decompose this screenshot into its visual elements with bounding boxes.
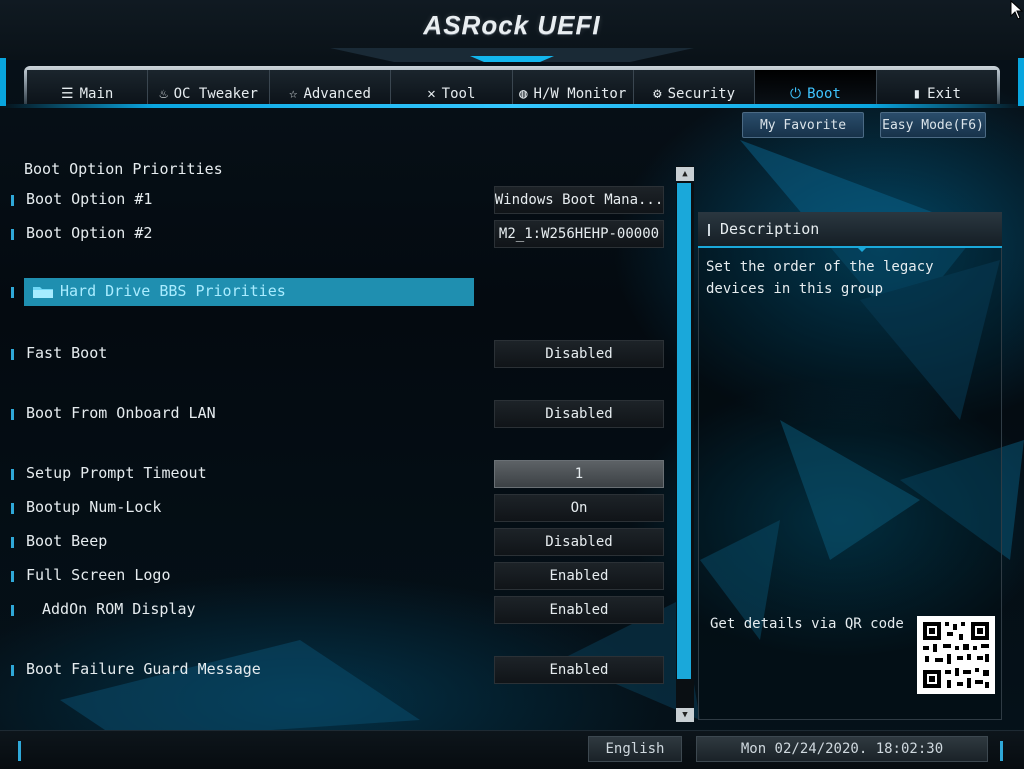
boot-option-2-row[interactable]: Boot Option #2 M2_1:W256HEHP-00000 (0, 220, 670, 248)
tab-bar-glow (0, 104, 1024, 108)
boot-from-onboard-lan-value[interactable]: Disabled (494, 400, 664, 428)
tab-label: Main (79, 86, 114, 102)
monitor-icon: ◍ (519, 86, 528, 102)
qr-code-label: Get details via QR code (710, 616, 904, 632)
list-icon: ☰ (61, 86, 74, 102)
description-divider (698, 246, 1002, 248)
header-bar: ASRock UEFI (0, 0, 1024, 62)
row-marker (11, 503, 14, 514)
bootup-num-lock-row[interactable]: Bootup Num-Lock On (0, 494, 670, 522)
tab-label: OC Tweaker (173, 86, 258, 102)
status-marker-left (18, 741, 21, 761)
boot-beep-value[interactable]: Disabled (494, 528, 664, 556)
asrock-uefi-logo: ASRock UEFI (423, 10, 601, 40)
folder-icon (33, 287, 53, 298)
row-marker (11, 195, 14, 206)
star-icon: ☆ (289, 86, 298, 102)
row-marker (11, 349, 14, 360)
my-favorite-button[interactable]: My Favorite (742, 112, 864, 138)
addon-rom-display-value[interactable]: Enabled (494, 596, 664, 624)
logo-underline-decoration (330, 48, 694, 62)
tab-oc-tweaker[interactable]: ♨ OC Tweaker (148, 70, 270, 104)
header-marker (708, 224, 710, 236)
row-marker (11, 469, 14, 480)
row-marker (11, 605, 14, 616)
boot-failure-guard-message-row[interactable]: Boot Failure Guard Message Enabled (0, 656, 670, 684)
hard-drive-bbs-label: Hard Drive BBS Priorities (60, 282, 286, 300)
bootup-num-lock-label: Bootup Num-Lock (26, 498, 162, 516)
tab-label: Tool (441, 86, 476, 102)
bootup-num-lock-value[interactable]: On (494, 494, 664, 522)
setup-prompt-timeout-label: Setup Prompt Timeout (26, 464, 207, 482)
tab-security[interactable]: ⚙ Security (634, 70, 756, 104)
tab-main[interactable]: ☰ Main (27, 70, 149, 104)
row-marker (11, 537, 14, 548)
setup-prompt-timeout-input[interactable]: 1 (494, 460, 664, 488)
row-marker (11, 229, 14, 240)
row-marker (11, 571, 14, 582)
power-icon: ⏻ (790, 86, 802, 102)
tab-label: Advanced (303, 86, 371, 102)
boot-option-1-value[interactable]: Windows Boot Mana... (494, 186, 664, 214)
boot-option-2-label: Boot Option #2 (26, 224, 153, 242)
language-selector[interactable]: English (588, 736, 682, 762)
tab-tool[interactable]: ✕ Tool (391, 70, 513, 104)
tab-h-w-monitor[interactable]: ◍ H/W Monitor (513, 70, 634, 104)
shield-icon: ⚙ (653, 86, 662, 102)
scroll-up-arrow-icon[interactable]: ▲ (676, 167, 694, 181)
boot-beep-label: Boot Beep (26, 532, 108, 550)
flame-icon: ♨ (159, 86, 168, 102)
row-marker (11, 409, 14, 420)
scroll-down-arrow-icon[interactable]: ▼ (676, 708, 694, 722)
hard-drive-bbs-priorities-item[interactable]: Hard Drive BBS Priorities (24, 278, 474, 306)
boot-option-1-row[interactable]: Boot Option #1 Windows Boot Mana... (0, 186, 670, 214)
left-edge-glow (0, 58, 6, 106)
boot-from-onboard-lan-row[interactable]: Boot From Onboard LAN Disabled (0, 400, 670, 428)
scrollbar-thumb[interactable] (677, 183, 691, 679)
addon-rom-display-label: AddOn ROM Display (42, 600, 196, 618)
tab-advanced[interactable]: ☆ Advanced (270, 70, 392, 104)
boot-from-onboard-lan-label: Boot From Onboard LAN (26, 404, 216, 422)
row-marker (11, 665, 14, 676)
setup-prompt-timeout-row[interactable]: Setup Prompt Timeout 1 (0, 460, 670, 488)
fast-boot-row[interactable]: Fast Boot Disabled (0, 340, 670, 368)
easy-mode-button[interactable]: Easy Mode(F6) (880, 112, 986, 138)
boot-option-1-label: Boot Option #1 (26, 190, 153, 208)
boot-option-priorities-heading: Boot Option Priorities (24, 160, 223, 178)
qr-code-icon (917, 616, 995, 694)
mouse-pointer-icon (1010, 0, 1024, 20)
boot-failure-guard-message-value[interactable]: Enabled (494, 656, 664, 684)
description-text: Set the order of the legacy devices in t… (706, 259, 934, 297)
full-screen-logo-label: Full Screen Logo (26, 566, 171, 584)
boot-failure-guard-message-label: Boot Failure Guard Message (26, 660, 261, 678)
full-screen-logo-row[interactable]: Full Screen Logo Enabled (0, 562, 670, 590)
tab-boot[interactable]: ⏻ Boot (755, 70, 877, 104)
tab-label: H/W Monitor (533, 86, 627, 102)
row-marker (11, 287, 14, 298)
fast-boot-value[interactable]: Disabled (494, 340, 664, 368)
exit-icon: ▮ (912, 86, 922, 102)
tab-exit[interactable]: ▮ Exit (877, 70, 997, 104)
description-header: Description (698, 212, 1002, 252)
addon-rom-display-row[interactable]: AddOn ROM Display Enabled (0, 596, 670, 624)
tab-label: Boot (807, 86, 841, 102)
date-time-display: Mon 02/24/2020. 18:02:30 (696, 736, 988, 762)
wrench-icon: ✕ (427, 86, 436, 102)
tab-label: Exit (927, 86, 961, 102)
right-edge-glow (1018, 58, 1024, 106)
boot-option-2-value[interactable]: M2_1:W256HEHP-00000 (494, 220, 664, 248)
full-screen-logo-value[interactable]: Enabled (494, 562, 664, 590)
fast-boot-label: Fast Boot (26, 344, 108, 362)
boot-beep-row[interactable]: Boot Beep Disabled (0, 528, 670, 556)
main-tab-bar: ☰ Main ♨ OC Tweaker ☆ Advanced ✕ Tool ◍ H/W Monit… (24, 66, 1000, 104)
status-marker-right (1000, 741, 1003, 761)
tab-label: Security (667, 86, 735, 102)
description-title: Description (720, 220, 820, 238)
